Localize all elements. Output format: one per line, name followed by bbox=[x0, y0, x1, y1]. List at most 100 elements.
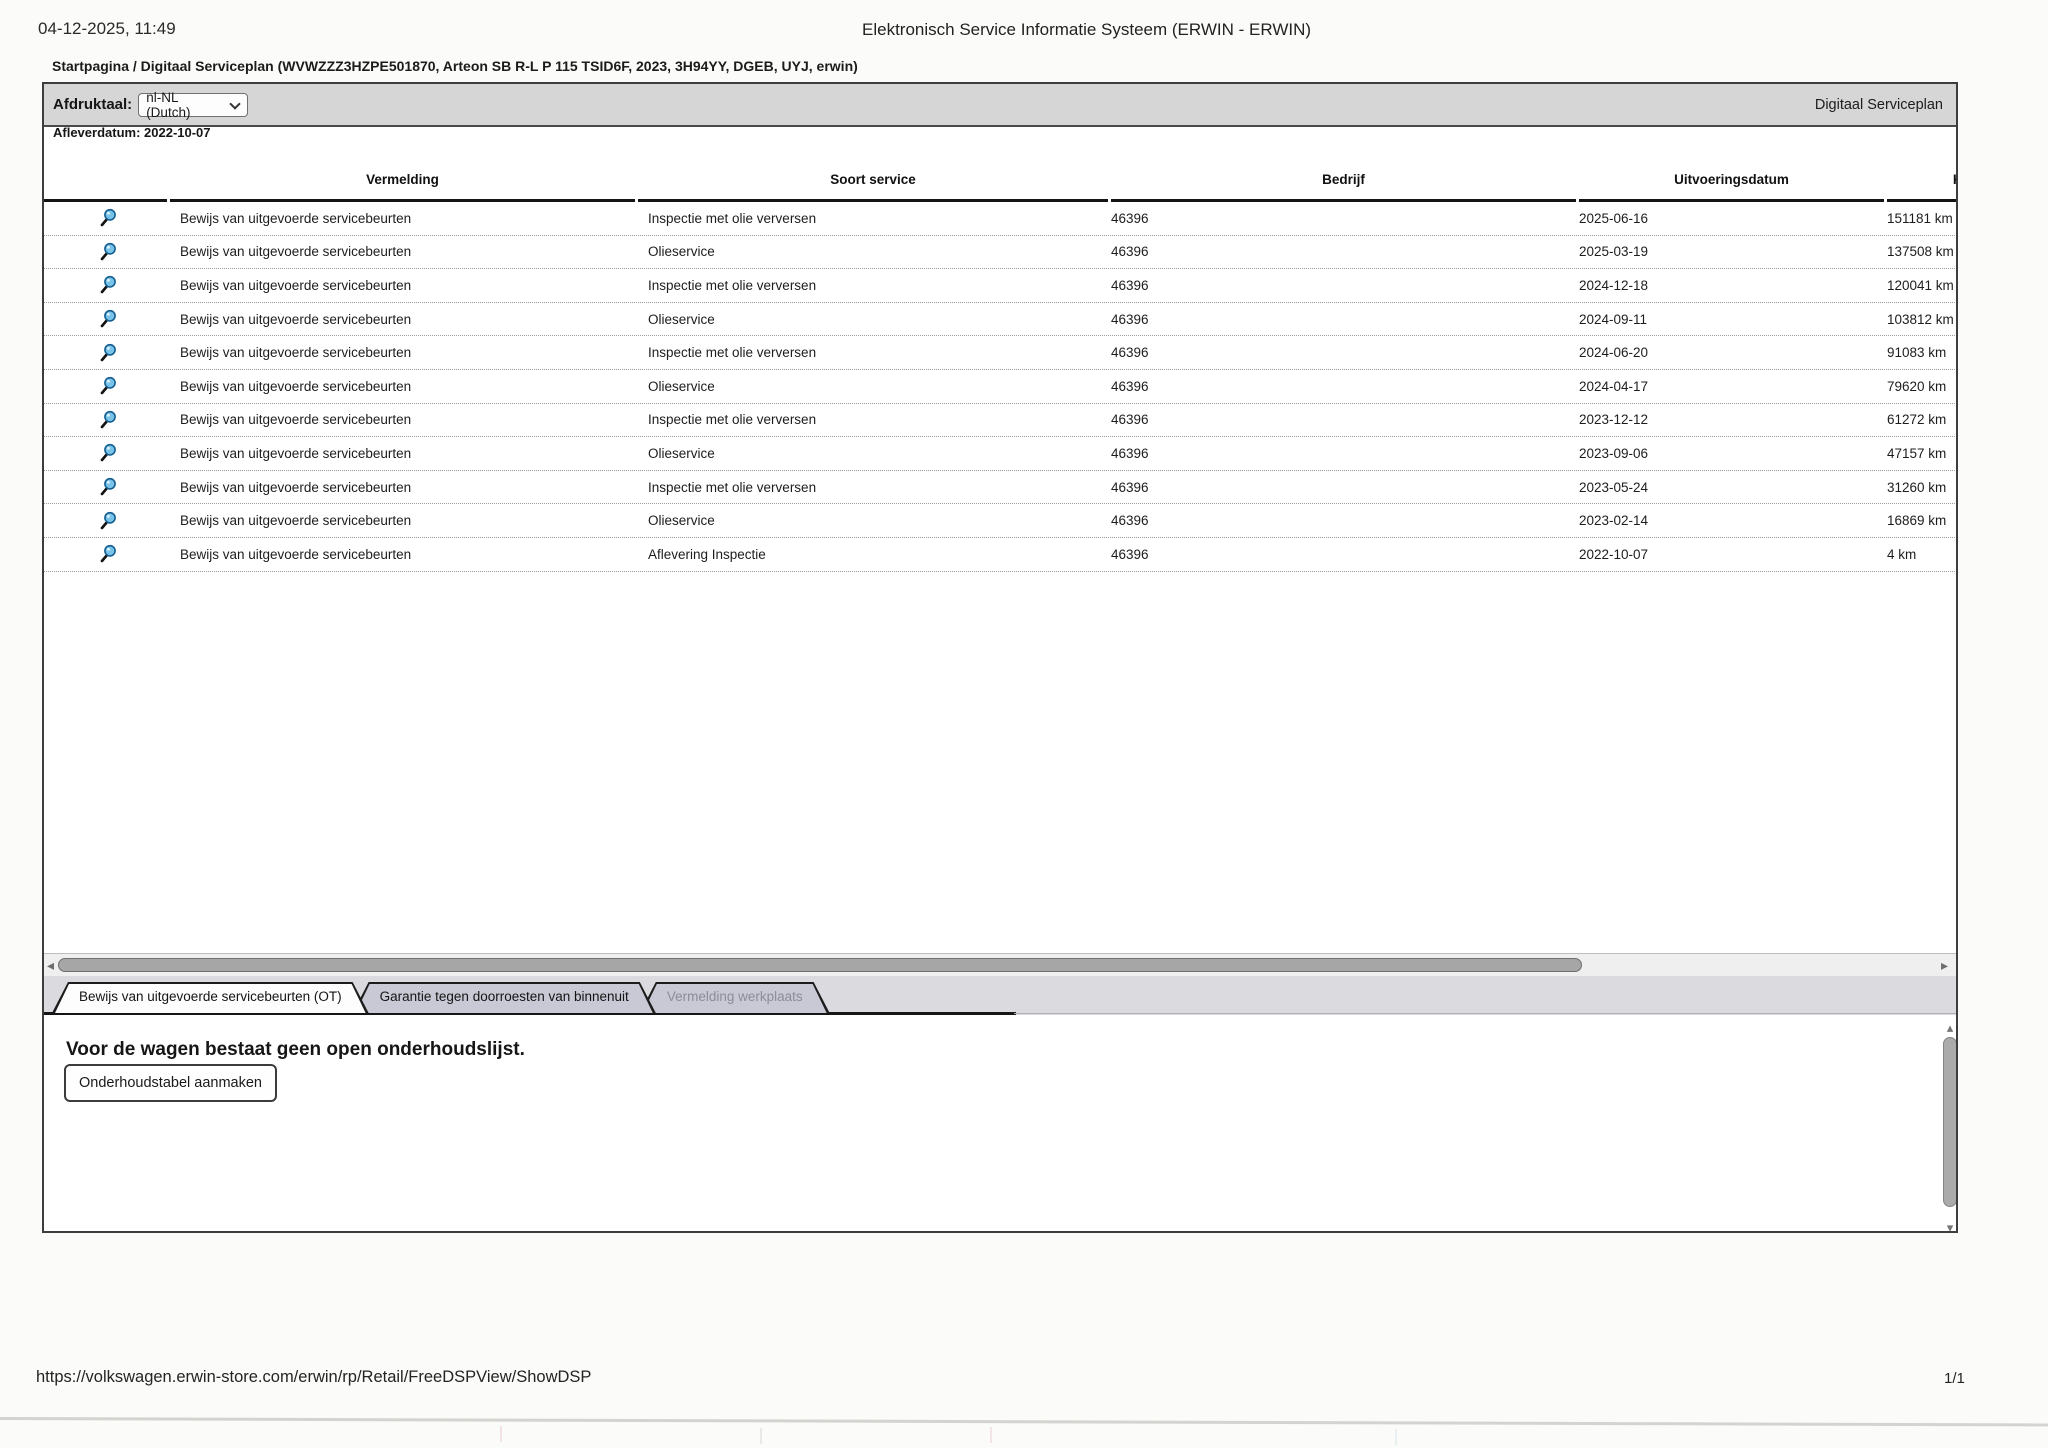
row-detail-cell bbox=[44, 376, 167, 396]
cell-bedrijf: 46396 bbox=[1111, 546, 1149, 562]
column-header-empty bbox=[44, 144, 167, 202]
cell-vermelding: Bewijs van uitgevoerde servicebeurten bbox=[180, 513, 412, 529]
cell-uitvoeringsdatum: 2024-09-11 bbox=[1579, 311, 1648, 327]
row-detail-cell bbox=[44, 343, 167, 363]
cell-bedrijf: 46396 bbox=[1111, 311, 1149, 327]
column-header: Soort service bbox=[638, 144, 1108, 202]
table-row: Bewijs van uitgevoerde servicebeurten In… bbox=[44, 471, 1956, 505]
cell-uitvoeringsdatum: 2025-06-16 bbox=[1579, 210, 1649, 226]
magnifier-icon[interactable] bbox=[99, 477, 117, 497]
create-maintenance-table-button[interactable]: Onderhoudstabel aanmaken bbox=[64, 1064, 277, 1102]
cell-vermelding: Bewijs van uitgevoerde servicebeurten bbox=[180, 244, 412, 260]
cell-uitvoeringsdatum: 2023-12-12 bbox=[1579, 412, 1649, 428]
tab-normal[interactable]: Garantie tegen doorroesten van binnenuit bbox=[353, 982, 656, 1013]
scroll-left-icon[interactable]: ◂ bbox=[47, 956, 54, 974]
cell-bedrijf: 46396 bbox=[1111, 479, 1149, 495]
tab-strip-border bbox=[1014, 1012, 1956, 1014]
magnifier-icon[interactable] bbox=[99, 376, 117, 396]
page-number: 1/1 bbox=[1944, 1370, 1965, 1387]
row-detail-cell bbox=[44, 242, 167, 262]
table-row: Bewijs van uitgevoerde servicebeurten In… bbox=[44, 336, 1956, 370]
magnifier-icon[interactable] bbox=[99, 511, 117, 531]
cell-uitvoeringsdatum: 2024-06-20 bbox=[1579, 345, 1649, 361]
tab-label: Garantie tegen doorroesten van binnenuit bbox=[379, 989, 629, 1004]
cell-bedrijf: 46396 bbox=[1111, 513, 1149, 529]
cell-vermelding: Bewijs van uitgevoerde servicebeurten bbox=[180, 412, 412, 428]
scan-artifact bbox=[500, 1426, 502, 1442]
horizontal-scrollbar[interactable]: ◂ ▸ bbox=[44, 953, 1956, 976]
print-language-select[interactable]: nl-NL (Dutch) bbox=[138, 89, 249, 120]
service-table: Vermelding Soort service Bedrijf Uitvoering… bbox=[44, 144, 1956, 572]
cell-kilometerstand: 31260 km bbox=[1887, 479, 1947, 495]
cell-vermelding: Bewijs van uitgevoerde servicebeurten bbox=[180, 210, 412, 226]
magnifier-icon[interactable] bbox=[99, 443, 117, 463]
tabs: Bewijs van uitgevoerde servicebeurten (O… bbox=[52, 982, 830, 1013]
footer-url: https://volkswagen.erwin-store.com/erwin… bbox=[36, 1368, 592, 1386]
table-row: Bewijs van uitgevoerde servicebeurten Ol… bbox=[44, 303, 1956, 337]
tab-active[interactable]: Bewijs van uitgevoerde servicebeurten (O… bbox=[52, 982, 369, 1013]
table-header-row: Vermelding Soort service Bedrijf Uitvoering… bbox=[44, 144, 1956, 202]
row-detail-cell bbox=[44, 544, 167, 564]
cell-vermelding: Bewijs van uitgevoerde servicebeurten bbox=[180, 345, 412, 361]
scroll-right-icon[interactable]: ▸ bbox=[1941, 956, 1948, 974]
magnifier-icon[interactable] bbox=[99, 410, 117, 430]
cell-vermelding: Bewijs van uitgevoerde servicebeurten bbox=[180, 378, 412, 394]
cell-bedrijf: 46396 bbox=[1111, 210, 1149, 226]
magnifier-icon[interactable] bbox=[99, 208, 117, 228]
cell-vermelding: Bewijs van uitgevoerde servicebeurten bbox=[180, 277, 412, 293]
row-detail-cell bbox=[44, 477, 167, 497]
table-row: Bewijs van uitgevoerde servicebeurten In… bbox=[44, 202, 1956, 236]
scan-artifact bbox=[0, 1417, 2048, 1426]
cell-vermelding: Bewijs van uitgevoerde servicebeurten bbox=[180, 445, 412, 461]
column-header: Kilometerstand bbox=[1887, 144, 1956, 202]
magnifier-icon[interactable] bbox=[99, 343, 117, 363]
cell-soort-service: Inspectie met olie verversen bbox=[648, 412, 817, 428]
tab-label: Vermelding werkplaats bbox=[666, 989, 803, 1004]
cell-uitvoeringsdatum: 2024-04-17 bbox=[1579, 378, 1649, 394]
table-row: Bewijs van uitgevoerde servicebeurten In… bbox=[44, 269, 1956, 303]
cell-soort-service: Olieservice bbox=[648, 311, 715, 327]
cell-kilometerstand: 16869 km bbox=[1887, 513, 1947, 529]
scroll-down-icon[interactable]: ▾ bbox=[1942, 1220, 1956, 1231]
cell-bedrijf: 46396 bbox=[1111, 277, 1149, 293]
cell-kilometerstand: 91083 km bbox=[1887, 345, 1947, 361]
digitaal-serviceplan-label: Digitaal Serviceplan bbox=[1814, 96, 1943, 113]
cell-uitvoeringsdatum: 2022-10-07 bbox=[1579, 546, 1649, 562]
horizontal-scrollbar-thumb[interactable] bbox=[58, 958, 1582, 972]
tab-label: Bewijs van uitgevoerde servicebeurten (O… bbox=[79, 989, 342, 1004]
cell-soort-service: Olieservice bbox=[648, 445, 715, 461]
table-row: Bewijs van uitgevoerde servicebeurten In… bbox=[44, 404, 1956, 438]
cell-soort-service: Olieservice bbox=[648, 378, 715, 394]
row-detail-cell bbox=[44, 511, 167, 531]
scroll-up-icon[interactable]: ▴ bbox=[1942, 1020, 1956, 1036]
no-open-maintenance-message: Voor de wagen bestaat geen open onderhou… bbox=[66, 1039, 525, 1060]
cell-kilometerstand: 79620 km bbox=[1887, 378, 1947, 394]
magnifier-icon[interactable] bbox=[99, 242, 117, 262]
column-header: Vermelding bbox=[170, 144, 635, 202]
cell-vermelding: Bewijs van uitgevoerde servicebeurten bbox=[180, 311, 412, 327]
table-row: Bewijs van uitgevoerde servicebeurten Af… bbox=[44, 538, 1956, 572]
magnifier-icon[interactable] bbox=[99, 309, 117, 329]
cell-kilometerstand: 151181 km bbox=[1887, 210, 1953, 226]
vertical-scrollbar-thumb[interactable] bbox=[1943, 1037, 1956, 1207]
print-toolbar: Afdruktaal: nl-NL (Dutch) Digitaal Servi… bbox=[44, 84, 1956, 127]
cell-bedrijf: 46396 bbox=[1111, 412, 1149, 428]
scan-artifact bbox=[760, 1428, 762, 1444]
row-detail-cell bbox=[44, 275, 167, 295]
cell-kilometerstand: 47157 km bbox=[1887, 445, 1947, 461]
cell-kilometerstand: 4 km bbox=[1887, 546, 1917, 562]
row-detail-cell bbox=[44, 208, 167, 228]
cell-kilometerstand: 103812 km bbox=[1887, 311, 1954, 327]
magnifier-icon[interactable] bbox=[99, 275, 117, 295]
column-header: Bedrijf bbox=[1111, 144, 1576, 202]
print-language-label: Afdruktaal: bbox=[53, 96, 133, 113]
tab-disabled[interactable]: Vermelding werkplaats bbox=[640, 982, 830, 1013]
cell-uitvoeringsdatum: 2023-02-14 bbox=[1579, 513, 1649, 529]
print-language-value: nl-NL (Dutch) bbox=[146, 89, 191, 120]
magnifier-icon[interactable] bbox=[99, 544, 117, 564]
cell-soort-service: Olieservice bbox=[648, 513, 715, 529]
breadcrumb: Startpagina / Digitaal Serviceplan (WVWZ… bbox=[52, 58, 858, 74]
cell-kilometerstand: 120041 km bbox=[1887, 277, 1954, 293]
cell-vermelding: Bewijs van uitgevoerde servicebeurten bbox=[180, 546, 412, 562]
cell-bedrijf: 46396 bbox=[1111, 244, 1149, 260]
